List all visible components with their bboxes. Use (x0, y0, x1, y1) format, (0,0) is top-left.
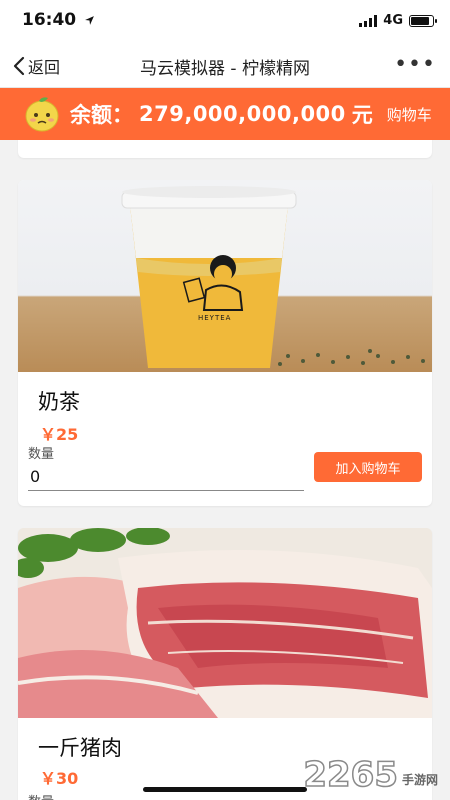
lemon-face-icon (22, 94, 62, 134)
product-price: ￥30 (40, 769, 79, 788)
product-list[interactable]: HEYTEA 奶茶 ￥25 数量 加入购物车 (0, 140, 450, 800)
more-options-icon[interactable]: ••• (394, 52, 436, 77)
balance-unit: 元 (351, 103, 373, 127)
product-name: 一斤猪肉 (38, 736, 122, 760)
cart-button[interactable]: 购物车 (387, 104, 432, 125)
network-type: 4G (383, 13, 403, 28)
page-title: 马云模拟器 - 柠檬精网 (140, 59, 310, 79)
balance-label: 余额： (70, 103, 133, 127)
product-card: HEYTEA 奶茶 ￥25 数量 加入购物车 (18, 180, 432, 506)
status-indicators: 4G (359, 13, 437, 28)
signal-icon (359, 14, 378, 27)
product-price: ￥25 (40, 425, 79, 444)
quantity-label: 数量 (28, 791, 54, 800)
home-indicator (143, 787, 307, 792)
cup-brand-text: HEYTEA (198, 314, 231, 322)
status-bar: 16:40 4G (0, 0, 450, 44)
product-card-previous (18, 140, 432, 158)
milk-tea-image: HEYTEA (18, 180, 432, 372)
status-time: 16:40 (22, 10, 95, 30)
nav-bar: 返回 马云模拟器 - 柠檬精网 ••• (0, 44, 450, 88)
quantity-input[interactable] (28, 463, 304, 491)
watermark-text: 手游网 (401, 773, 438, 787)
add-to-cart-button[interactable]: 加入购物车 (314, 452, 422, 482)
pork-image (18, 528, 432, 718)
product-name: 奶茶 (38, 390, 80, 414)
quantity-label: 数量 (28, 447, 55, 462)
balance-bar: 余额： 279,000,000,000 元 购物车 (0, 88, 450, 140)
location-arrow-icon (85, 15, 94, 25)
watermark-number: 2265 (303, 755, 399, 795)
balance-value: 279,000,000,000 (139, 102, 346, 126)
watermark-logo: 2265 手游网 (303, 755, 438, 795)
battery-icon (409, 14, 437, 27)
